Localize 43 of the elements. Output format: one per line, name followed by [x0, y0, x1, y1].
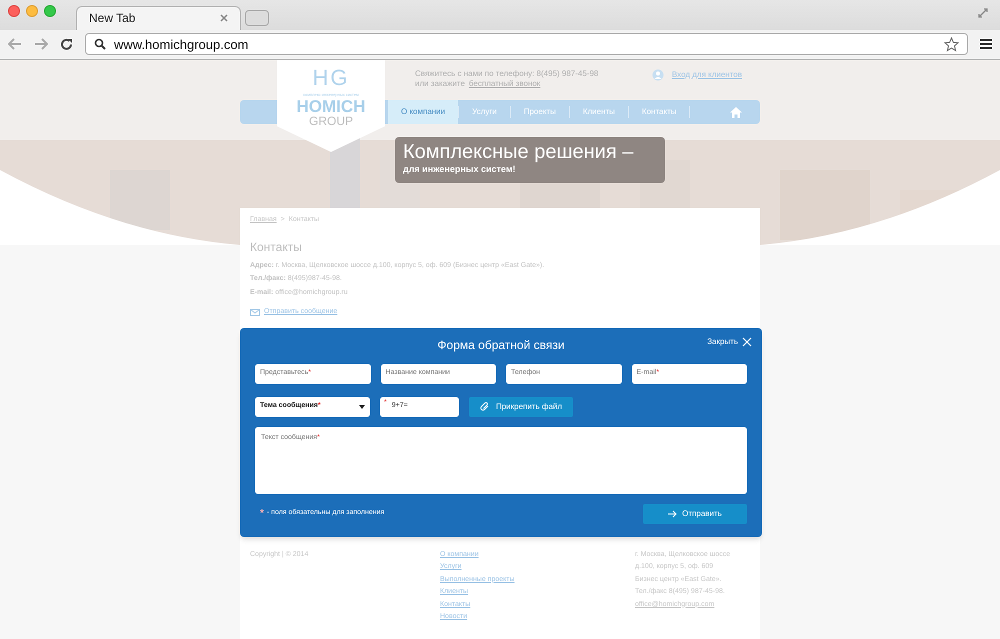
- maximize-window-icon[interactable]: [44, 4, 56, 17]
- close-tab-icon[interactable]: [220, 14, 228, 22]
- menu-icon[interactable]: [980, 38, 992, 50]
- dropdown-caret-icon: [359, 404, 365, 408]
- client-login-link[interactable]: Вход для клиентов: [672, 69, 742, 81]
- contact-phone-text: Свяжитесь с нами по телефону: 8(495) 987-45-98: [415, 69, 598, 79]
- arrow-right-icon: [668, 510, 678, 518]
- submit-button[interactable]: Отправить: [643, 504, 747, 524]
- required-mark: *: [260, 507, 264, 521]
- page-title: Контакты: [250, 238, 303, 256]
- home-icon[interactable]: [730, 106, 742, 118]
- tab-title: New Tab: [89, 10, 136, 27]
- banner-title: Комплексные решения –: [403, 141, 634, 163]
- search-icon: [94, 38, 106, 50]
- reload-icon[interactable]: [60, 38, 73, 51]
- attach-file-button[interactable]: Прикрепить файл: [469, 396, 573, 416]
- logo-sub: GROUP: [308, 115, 353, 127]
- close-button[interactable]: Закрыть: [707, 336, 752, 348]
- nav-tab[interactable]: О компании: [388, 100, 458, 124]
- bookmark-star-icon[interactable]: [944, 36, 959, 52]
- envelope-icon: [250, 308, 260, 316]
- new-tab-button[interactable]: [245, 10, 269, 26]
- user-icon: [652, 69, 664, 81]
- forward-icon[interactable]: [34, 38, 48, 50]
- callback-prefix-text: или закажите: [415, 79, 465, 89]
- nav-tab[interactable]: Проекты: [510, 100, 569, 124]
- address-bar[interactable]: www.homichgroup.com: [85, 33, 968, 56]
- modal-title: Форма обратной связи: [437, 336, 565, 354]
- logo-name: HOMICH: [296, 98, 366, 115]
- back-icon[interactable]: [8, 38, 22, 50]
- nav-tab[interactable]: Клиенты: [570, 100, 628, 124]
- nav-tab[interactable]: Услуги: [459, 100, 510, 124]
- minimize-window-icon[interactable]: [26, 4, 38, 17]
- close-icon: [742, 336, 752, 346]
- banner-subtitle: для инженерных систем!: [403, 163, 516, 175]
- browser-tab[interactable]: New Tab: [76, 6, 241, 30]
- close-window-icon[interactable]: [8, 4, 20, 17]
- callback-link[interactable]: бесплатный звонок: [468, 79, 540, 89]
- url-text: www.homichgroup.com: [114, 36, 250, 54]
- nav-tab[interactable]: Контакты: [628, 100, 690, 124]
- logo-mark: HG: [312, 67, 350, 89]
- paperclip-icon: [480, 402, 490, 412]
- fullscreen-icon[interactable]: [978, 8, 988, 18]
